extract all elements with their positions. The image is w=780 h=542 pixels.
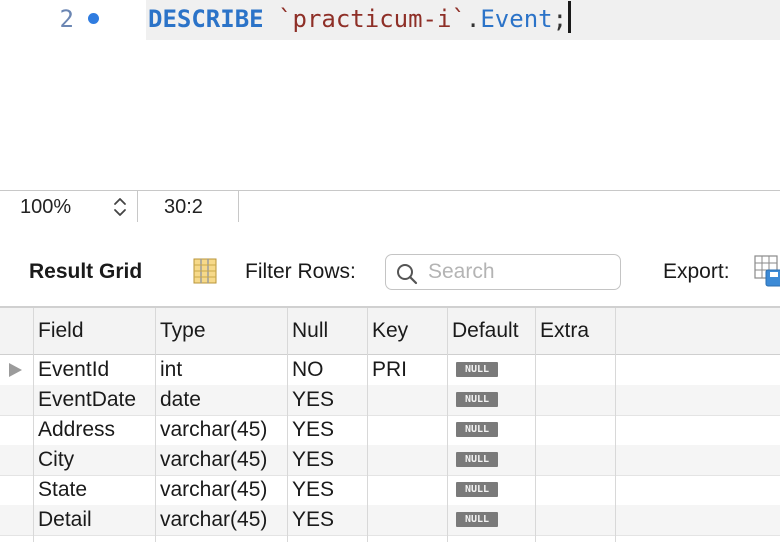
code-line[interactable]: DESCRIBE `practicum-i`.Event;: [146, 0, 780, 40]
cell-null[interactable]: YES: [288, 505, 334, 535]
column-header-type[interactable]: Type: [156, 308, 287, 354]
column-divider: [367, 308, 368, 542]
table-row[interactable]: Detail varchar(45) YES NULL: [0, 505, 780, 536]
column-header-default[interactable]: Default: [448, 308, 535, 354]
column-divider: [33, 308, 34, 542]
cell-type[interactable]: varchar(45): [156, 475, 267, 505]
cell-field[interactable]: City: [34, 445, 74, 475]
result-grid[interactable]: Field Type Null Key Default Extra EventI…: [0, 308, 780, 542]
result-grid-tab[interactable]: Result Grid: [29, 259, 142, 285]
filter-rows-label: Filter Rows:: [245, 260, 356, 283]
cell-field[interactable]: EventDate: [34, 385, 136, 415]
null-badge[interactable]: NULL: [456, 362, 498, 377]
table-row[interactable]: City varchar(45) YES NULL: [0, 445, 780, 476]
stepper-icon[interactable]: [111, 195, 129, 219]
cell-field[interactable]: State: [34, 475, 87, 505]
null-badge[interactable]: NULL: [456, 392, 498, 407]
grid-header: Field Type Null Key Default Extra: [0, 308, 780, 355]
cell-key[interactable]: [368, 505, 372, 535]
cell-extra[interactable]: [536, 385, 540, 415]
cell-key[interactable]: [368, 445, 372, 475]
zoom-level[interactable]: 100%: [20, 194, 71, 220]
column-divider: [287, 308, 288, 542]
sql-editor[interactable]: 2 DESCRIBE `practicum-i`.Event;: [0, 0, 780, 190]
null-badge[interactable]: NULL: [456, 512, 498, 527]
column-header-key[interactable]: Key: [368, 308, 447, 354]
search-icon: [397, 264, 418, 285]
cell-field[interactable]: EventId: [34, 355, 109, 385]
schema-name: `practicum-i`: [278, 5, 466, 33]
status-divider: [238, 191, 239, 223]
cell-type[interactable]: date: [156, 385, 201, 415]
export-label: Export:: [663, 260, 730, 283]
result-grid-icon[interactable]: [192, 257, 218, 285]
table-name: Event: [480, 5, 553, 33]
cursor-position: 30:2: [164, 196, 203, 218]
cell-key[interactable]: [368, 475, 372, 505]
table-row[interactable]: EventDate date YES NULL: [0, 385, 780, 416]
statement-terminator: ;: [552, 5, 568, 33]
search-input[interactable]: [428, 259, 608, 285]
cell-type[interactable]: varchar(45): [156, 505, 267, 535]
cell-field[interactable]: Address: [34, 415, 115, 445]
cell-null[interactable]: YES: [288, 385, 334, 415]
text-caret: [568, 1, 572, 33]
filter-search-box[interactable]: [385, 254, 621, 290]
cell-key[interactable]: [368, 415, 372, 445]
null-badge[interactable]: NULL: [456, 422, 498, 437]
cell-null[interactable]: YES: [288, 415, 334, 445]
cell-key[interactable]: [368, 385, 372, 415]
column-header-field[interactable]: Field: [34, 308, 155, 354]
cell-type[interactable]: varchar(45): [156, 415, 267, 445]
status-divider: [137, 191, 138, 223]
table-row[interactable]: State varchar(45) YES NULL: [0, 475, 780, 506]
cell-extra[interactable]: [536, 415, 540, 445]
cell-extra[interactable]: [536, 445, 540, 475]
cell-key[interactable]: PRI: [368, 355, 407, 385]
sql-keyword: DESCRIBE: [148, 5, 264, 33]
result-toolbar: Result Grid Filter Rows: Export:: [0, 222, 780, 308]
dot-operator: .: [465, 5, 481, 33]
column-header-null[interactable]: Null: [288, 308, 367, 354]
table-row[interactable]: Address varchar(45) YES NULL: [0, 415, 780, 446]
null-badge[interactable]: NULL: [456, 452, 498, 467]
cell-extra[interactable]: [536, 505, 540, 535]
cell-extra[interactable]: [536, 355, 540, 385]
column-divider: [447, 308, 448, 542]
cell-type[interactable]: varchar(45): [156, 445, 267, 475]
null-badge[interactable]: NULL: [456, 482, 498, 497]
column-divider: [155, 308, 156, 542]
column-divider: [615, 308, 616, 542]
export-icon[interactable]: [754, 254, 780, 288]
current-row-arrow-icon: [9, 363, 22, 377]
cell-extra[interactable]: [536, 475, 540, 505]
cell-field[interactable]: Detail: [34, 505, 92, 535]
line-number: 2: [59, 5, 74, 33]
editor-status-bar: 100% 30:2: [0, 190, 780, 224]
cell-type[interactable]: int: [156, 355, 182, 385]
cell-null[interactable]: YES: [288, 475, 334, 505]
breakpoint-dot-icon[interactable]: [88, 13, 99, 24]
cell-null[interactable]: NO: [288, 355, 324, 385]
column-header-extra[interactable]: Extra: [536, 308, 615, 354]
cell-null[interactable]: YES: [288, 445, 334, 475]
column-divider: [535, 308, 536, 542]
table-row[interactable]: EventId int NO PRI NULL: [0, 355, 780, 386]
